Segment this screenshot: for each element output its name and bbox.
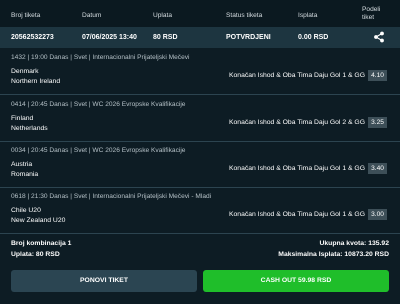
match-info: 0034 | 20:45 Danas | Svet | WC 2026 Evro… — [11, 147, 186, 154]
ticket-table-header: Broj tiketa Datum Uplata Status tiketa I… — [0, 0, 400, 27]
match-row: 0414 | 20:45 Danas | Svet | WC 2026 Evro… — [0, 97, 400, 142]
ticket-payout-value: 0.00 RSD — [298, 34, 329, 41]
match-info: 1432 | 19:00 Danas | Svet | Internaciona… — [11, 54, 190, 61]
away-team: Romania — [11, 171, 39, 178]
share-icon[interactable] — [373, 31, 385, 43]
home-team: Finland — [11, 115, 34, 122]
ticket-id-value: 20562532273 — [11, 34, 54, 41]
bet-type: Konačan Ishod & Oba Tima Daju Gol 2 & GG — [228, 119, 365, 126]
home-team: Chile U20 — [11, 207, 41, 214]
cash-out-button[interactable]: CASH OUT 59.98 RSD — [203, 270, 389, 292]
header-payout: Isplata — [298, 12, 318, 19]
odd-badge: 3.25 — [368, 117, 387, 128]
header-date: Datum — [82, 12, 102, 19]
home-team: Austria — [11, 161, 33, 168]
odd-badge: 4.10 — [368, 70, 387, 81]
repeat-ticket-button[interactable]: PONOVI TIKET — [11, 270, 197, 292]
ticket-status-value: POTVRDJENI — [226, 34, 271, 41]
match-info: 0618 | 21:30 Danas | Svet | Internaciona… — [11, 193, 212, 200]
combinations-count: Broj kombinacija 1 — [11, 240, 72, 247]
header-stake: Uplata — [153, 12, 173, 19]
ticket-stake-value: 80 RSD — [153, 34, 178, 41]
home-team: Denmark — [11, 68, 39, 75]
header-share: Podeli tiket — [362, 6, 381, 21]
match-row: 0618 | 21:30 Danas | Svet | Internaciona… — [0, 189, 400, 234]
max-payout: Maksimalna Isplata: 10873.20 RSD — [278, 251, 389, 258]
footer-stake: Uplata: 80 RSD — [11, 251, 60, 258]
away-team: Northern Ireland — [11, 78, 61, 85]
match-row: 0034 | 20:45 Danas | Svet | WC 2026 Evro… — [0, 143, 400, 188]
total-odds: Ukupna kvota: 135.92 — [319, 240, 389, 247]
bet-type: Konačan Ishod & Oba Tima Daju Gol 1 & GG — [228, 72, 365, 79]
match-info: 0414 | 20:45 Danas | Svet | WC 2026 Evro… — [11, 101, 186, 108]
header-status: Status tiketa — [226, 12, 263, 19]
ticket-summary-row: 20562532273 07/06/2025 13:40 80 RSD POTV… — [0, 27, 400, 48]
bet-type: Konačan Ishod & Oba Tima Daju Gol 1 & GG — [228, 211, 365, 218]
odd-badge: 3.40 — [368, 163, 387, 174]
bet-type: Konačan Ishod & Oba Tima Daju Gol 1 & GG — [228, 165, 365, 172]
header-ticket-id: Broj tiketa — [11, 12, 41, 19]
match-row: 1432 | 19:00 Danas | Svet | Internaciona… — [0, 50, 400, 95]
away-team: Netherlands — [11, 125, 48, 132]
away-team: New Zealand U20 — [11, 217, 66, 224]
ticket-date-value: 07/06/2025 13:40 — [82, 34, 137, 41]
odd-badge: 3.00 — [368, 209, 387, 220]
